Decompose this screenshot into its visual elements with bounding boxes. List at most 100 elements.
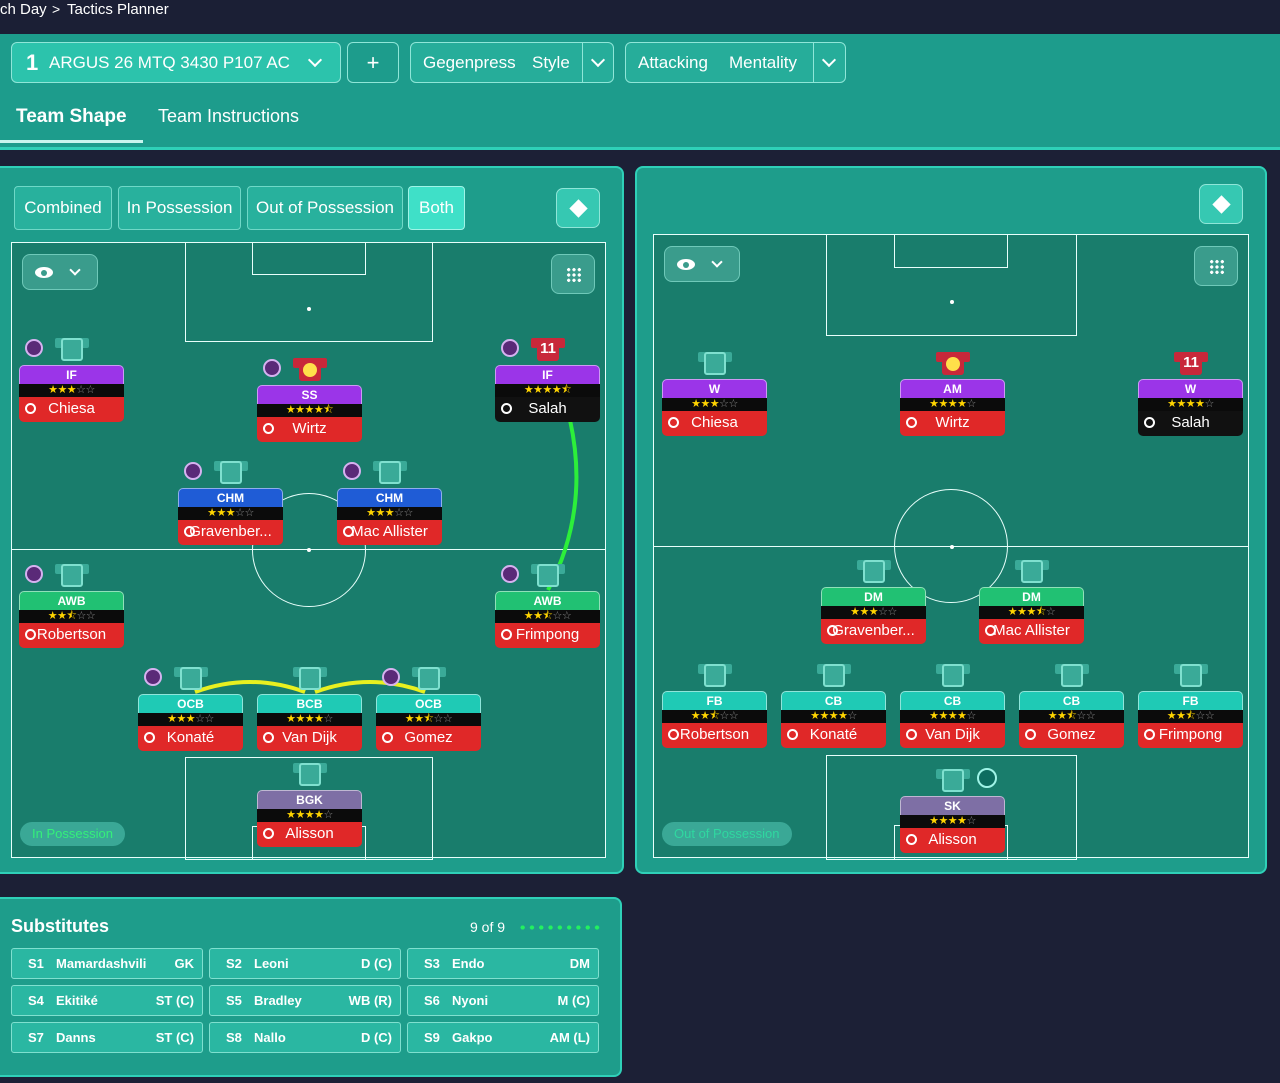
substitute-id: S5 [226,993,242,1008]
player-status-icon [343,526,354,537]
shirt-icon [698,349,732,375]
star-rating: ★★⯪☆☆ [495,610,600,623]
substitute-s2[interactable]: S2 Leoni D (C) [209,948,401,979]
player-card-alisson[interactable]: BGK ★★★★☆ Alisson [257,790,362,847]
player-card-gomez[interactable]: CB ★★⯪☆☆ Gomez [1019,691,1124,748]
substitute-s7[interactable]: S7 Danns ST (C) [11,1022,203,1053]
player-card-salah[interactable]: W ★★★★☆ Salah [1138,379,1243,436]
star-rating: ★★⯪☆☆ [662,710,767,723]
substitute-position: ST (C) [155,1030,194,1045]
pitch-view-button[interactable] [1199,184,1243,224]
player-role: CHM [178,488,283,507]
shirt-icon [1015,557,1049,583]
player-role: BCB [257,694,362,713]
visibility-toggle[interactable] [664,246,740,282]
player-card-robertson[interactable]: AWB ★★⯪☆☆ Robertson [19,591,124,648]
shirt-icon [936,661,970,687]
shirt-number-icon: 11 [1174,349,1208,375]
centre-spot [950,545,954,549]
player-role: BGK [257,790,362,809]
player-status-icon [985,625,996,636]
player-status-icon [25,629,36,640]
player-status-icon [1025,729,1036,740]
substitute-s1[interactable]: S1 Mamardashvili GK [11,948,203,979]
shirt-number-icon: 11 [531,335,565,361]
player-card-frimpong[interactable]: AWB ★★⯪☆☆ Frimpong [495,591,600,648]
star-rating: ★★★★☆ [257,713,362,726]
shirt-icon [936,766,970,792]
goal-box-top [894,234,1008,268]
player-card-chiesa[interactable]: IF ★★★☆☆ Chiesa [19,365,124,422]
substitute-s8[interactable]: S8 Nallo D (C) [209,1022,401,1053]
player-card-gravenber-[interactable]: DM ★★★☆☆ Gravenber... [821,587,926,644]
substitute-s4[interactable]: S4 Ekitiké ST (C) [11,985,203,1016]
shirt-icon [412,664,446,690]
star-rating: ★★★☆☆ [138,713,243,726]
star-rating: ★★★★☆ [257,809,362,822]
player-status-icon [906,834,917,845]
substitute-position: AM (L) [549,1030,590,1045]
substitute-id: S7 [28,1030,44,1045]
player-card-alisson[interactable]: SK ★★★★☆ Alisson [900,796,1005,853]
role-badge-icon [343,462,361,480]
substitute-position: M (C) [557,993,591,1008]
player-role: W [1138,379,1243,398]
player-status-icon [668,417,679,428]
player-card-chiesa[interactable]: W ★★★☆☆ Chiesa [662,379,767,436]
player-status-icon [382,732,393,743]
player-card-gomez[interactable]: OCB ★★⯪☆☆ Gomez [376,694,481,751]
substitute-position: D (C) [360,1030,392,1045]
star-rating: ★★★★⯪ [495,384,600,397]
substitute-s6[interactable]: S6 Nyoni M (C) [407,985,599,1016]
shirt-face-icon [293,355,327,381]
shirt-icon [174,664,208,690]
penalty-spot-top [950,300,954,304]
player-card-van-dijk[interactable]: CB ★★★★☆ Van Dijk [900,691,1005,748]
player-role: CB [1019,691,1124,710]
star-rating: ★★★★☆ [900,398,1005,411]
role-badge-icon [977,768,997,788]
substitute-s9[interactable]: S9 Gakpo AM (L) [407,1022,599,1053]
star-rating: ★★★★⯪ [257,404,362,417]
substitute-s3[interactable]: S3 Endo DM [407,948,599,979]
player-status-icon [501,629,512,640]
role-badge-icon [25,565,43,583]
substitute-id: S2 [226,956,242,971]
star-rating: ★★⯪☆☆ [19,610,124,623]
chevron-down-icon [711,256,723,268]
substitute-s5[interactable]: S5 Bradley WB (R) [209,985,401,1016]
substitute-position: D (C) [360,956,392,971]
player-card-wirtz[interactable]: AM ★★★★☆ Wirtz [900,379,1005,436]
player-status-icon [25,403,36,414]
player-role: AWB [19,591,124,610]
player-card-mac-allister[interactable]: DM ★★★⯪☆ Mac Allister [979,587,1084,644]
substitute-position: ST (C) [155,993,194,1008]
role-badge-icon [25,339,43,357]
player-card-konat-[interactable]: CB ★★★★☆ Konaté [781,691,886,748]
player-card-wirtz[interactable]: SS ★★★★⯪ Wirtz [257,385,362,442]
player-status-icon [501,403,512,414]
diamond-icon [1212,195,1231,214]
substitute-position: WB (R) [348,993,392,1008]
player-card-konat-[interactable]: OCB ★★★☆☆ Konaté [138,694,243,751]
shirt-icon [55,335,89,361]
star-rating: ★★★⯪☆ [979,606,1084,619]
pitch-out-of-possession [653,234,1249,860]
substitute-name: Nyoni [452,993,489,1008]
substitute-name: Bradley [254,993,302,1008]
player-status-icon [263,423,274,434]
star-rating: ★★★☆☆ [178,507,283,520]
player-status-icon [1144,417,1155,428]
player-status-icon [1144,729,1155,740]
grid-layout-button[interactable] [1194,246,1238,286]
player-role: CB [781,691,886,710]
player-card-van-dijk[interactable]: BCB ★★★★☆ Van Dijk [257,694,362,751]
player-role: AWB [495,591,600,610]
player-card-gravenber-[interactable]: CHM ★★★☆☆ Gravenber... [178,488,283,545]
star-rating: ★★★★☆ [900,710,1005,723]
player-card-frimpong[interactable]: FB ★★⯪☆☆ Frimpong [1138,691,1243,748]
player-card-robertson[interactable]: FB ★★⯪☆☆ Robertson [662,691,767,748]
role-badge-icon [184,462,202,480]
player-card-salah[interactable]: IF ★★★★⯪ Salah [495,365,600,422]
player-card-mac-allister[interactable]: CHM ★★★☆☆ Mac Allister [337,488,442,545]
